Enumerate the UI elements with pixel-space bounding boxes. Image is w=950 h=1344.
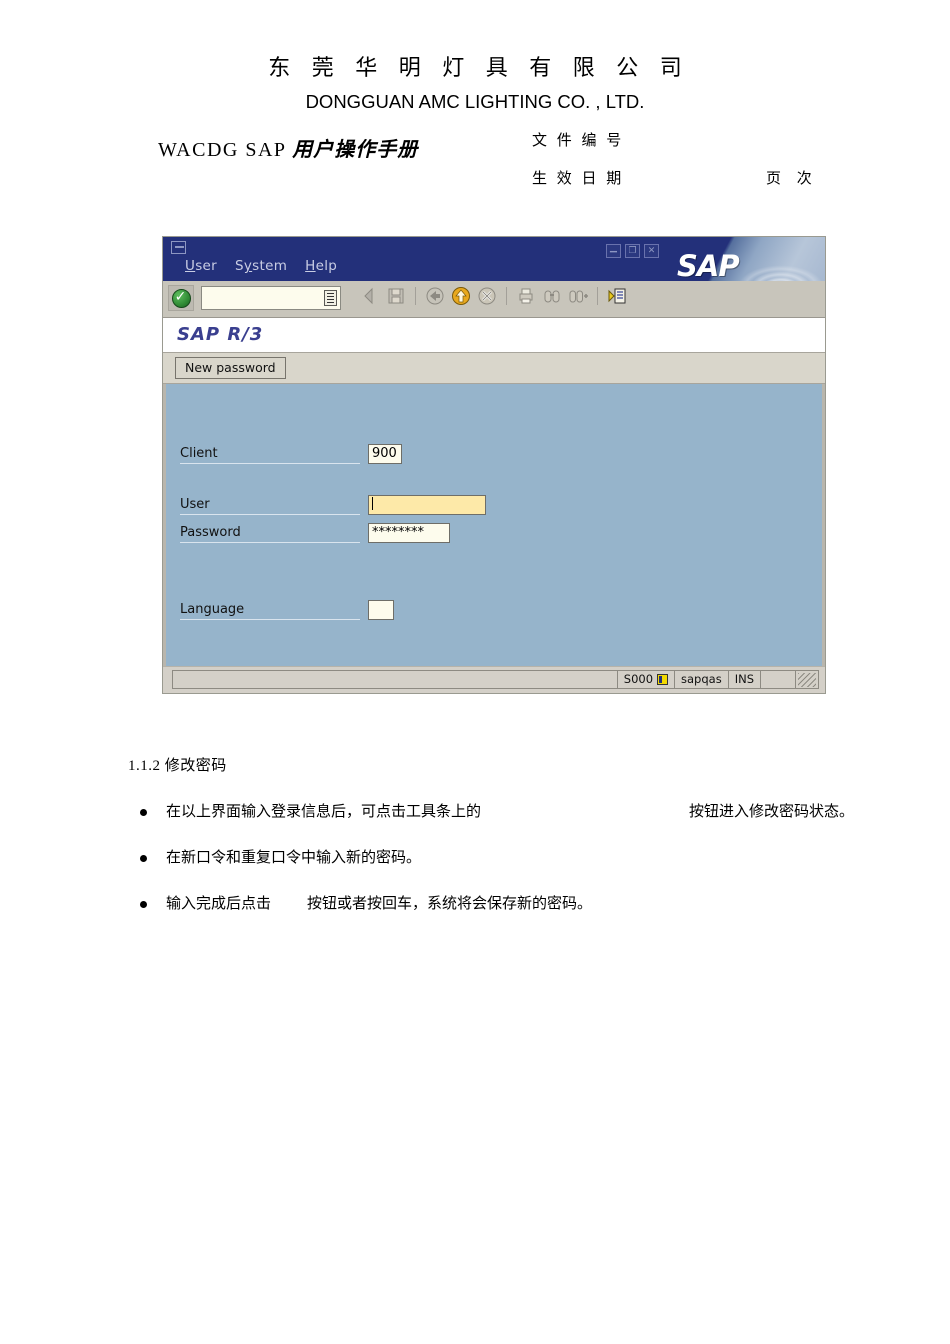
exit-icon[interactable] xyxy=(450,285,472,307)
bullet-1-text-before: 在以上界面输入登录信息后，可点击工具条上的 xyxy=(166,804,482,820)
toolbar-separator xyxy=(415,287,416,305)
resize-grip-icon[interactable] xyxy=(795,671,818,688)
client-label: Client xyxy=(180,446,360,464)
menu-item-help[interactable]: Help xyxy=(305,258,337,274)
header-meta-row: WACDG SAP 用户操作手册 文 件 编 号 生 效 日 期 页 次 xyxy=(0,129,950,191)
bullet-list: 在以上界面输入登录信息后，可点击工具条上的 按钮进入修改密码状态。 在新口令和重复… xyxy=(128,800,854,938)
bullet-3-text-after: 按钮或者按回车，系统将会保存新的密码。 xyxy=(307,896,593,912)
toolbar-icon-group xyxy=(359,285,628,307)
sap-logo-text: SAP xyxy=(677,249,740,281)
client-input[interactable]: 900 xyxy=(368,444,402,464)
effective-date-label: 生 效 日 期 xyxy=(532,170,625,187)
document-header: 东 莞 华 明 灯 具 有 限 公 司 DONGGUAN AMC LIGHTIN… xyxy=(0,0,950,191)
manual-title: WACDG SAP 用户操作手册 xyxy=(158,133,418,162)
sap-system-menu-icon[interactable] xyxy=(171,241,186,254)
close-button[interactable]: ✕ xyxy=(644,244,659,258)
password-label: Password xyxy=(180,525,360,543)
bullet-2-text: 在新口令和重复口令中输入新的密码。 xyxy=(166,850,422,866)
sap-application-toolbar: New password xyxy=(163,353,825,384)
sap-r3-title: SAP R/3 xyxy=(177,324,264,345)
status-spacer xyxy=(760,671,795,688)
sap-logo: SAP xyxy=(667,237,825,281)
user-label: User xyxy=(180,497,360,515)
bullet-3-text-before: 输入完成后点击 xyxy=(166,896,272,912)
find-next-icon[interactable] xyxy=(567,285,589,307)
server-status-icon xyxy=(657,674,669,685)
status-host-text: sapqas xyxy=(681,672,722,686)
manual-title-chinese: 用户操作手册 xyxy=(292,138,419,161)
sap-toolbar: ✓ xyxy=(163,281,825,318)
list-item: 在以上界面输入登录信息后，可点击工具条上的 按钮进入修改密码状态。 xyxy=(128,800,854,824)
sap-logon-window-screenshot: User System Help ▁ ❐ ✕ SAP ✓ SAP R/3 New… xyxy=(162,236,826,694)
text-caret xyxy=(372,497,373,510)
maximize-button[interactable]: ❐ xyxy=(625,244,640,258)
sap-title-bar: User System Help ▁ ❐ ✕ SAP xyxy=(163,237,825,281)
cancel-icon[interactable] xyxy=(476,285,498,307)
customize-local-layout-icon[interactable] xyxy=(606,285,628,307)
manual-title-latin: WACDG SAP xyxy=(158,138,293,161)
status-system[interactable]: S000 xyxy=(616,671,674,688)
page-number-label: 页 次 xyxy=(766,170,818,187)
document-number-label: 文 件 编 号 xyxy=(532,132,625,149)
toolbar-separator xyxy=(597,287,598,305)
toolbar-separator xyxy=(506,287,507,305)
minimize-button[interactable]: ▁ xyxy=(606,244,621,258)
back-icon[interactable] xyxy=(424,285,446,307)
status-bar-inner: S000 sapqas INS xyxy=(172,670,819,689)
language-label: Language xyxy=(180,602,360,620)
list-item: 输入完成后点击 按钮或者按回车，系统将会保存新的密码。 xyxy=(128,892,828,916)
status-message xyxy=(173,671,617,688)
menu-item-user[interactable]: User xyxy=(185,258,217,274)
command-history-icon[interactable] xyxy=(324,290,337,306)
sap-logon-form: Client 900 User Password ******** Langua… xyxy=(163,384,825,670)
section-heading: 1.1.2 修改密码 xyxy=(128,758,227,774)
enter-arrow-icon[interactable] xyxy=(359,285,381,307)
command-field[interactable] xyxy=(201,286,341,310)
status-insert-text: INS xyxy=(734,672,754,686)
list-item: 在新口令和重复口令中输入新的密码。 xyxy=(128,846,828,870)
check-mark-glyph: ✓ xyxy=(174,289,187,305)
language-input[interactable] xyxy=(368,600,394,620)
sap-menu-bar: User System Help xyxy=(185,258,337,274)
menu-item-system[interactable]: System xyxy=(235,258,287,274)
find-icon[interactable] xyxy=(541,285,563,307)
sap-screen-title-strip: SAP R/3 xyxy=(163,318,825,353)
sap-status-bar: S000 sapqas INS xyxy=(163,666,825,693)
bullet-1-text-after: 按钮进入修改密码状态。 xyxy=(689,804,855,820)
status-host[interactable]: sapqas xyxy=(674,671,728,688)
company-name-chinese: 东 莞 华 明 灯 具 有 限 公 司 xyxy=(268,55,690,80)
new-password-button[interactable]: New password xyxy=(175,357,286,379)
print-icon[interactable] xyxy=(515,285,537,307)
window-controls: ▁ ❐ ✕ xyxy=(606,244,659,258)
status-system-text: S000 xyxy=(623,672,654,686)
company-name-english: DONGGUAN AMC LIGHTING CO. , LTD. xyxy=(305,90,645,112)
save-icon[interactable] xyxy=(385,285,407,307)
status-insert-mode[interactable]: INS xyxy=(727,671,760,688)
password-input[interactable]: ******** xyxy=(368,523,450,543)
enter-button[interactable]: ✓ xyxy=(168,285,194,311)
user-input[interactable] xyxy=(368,495,486,515)
